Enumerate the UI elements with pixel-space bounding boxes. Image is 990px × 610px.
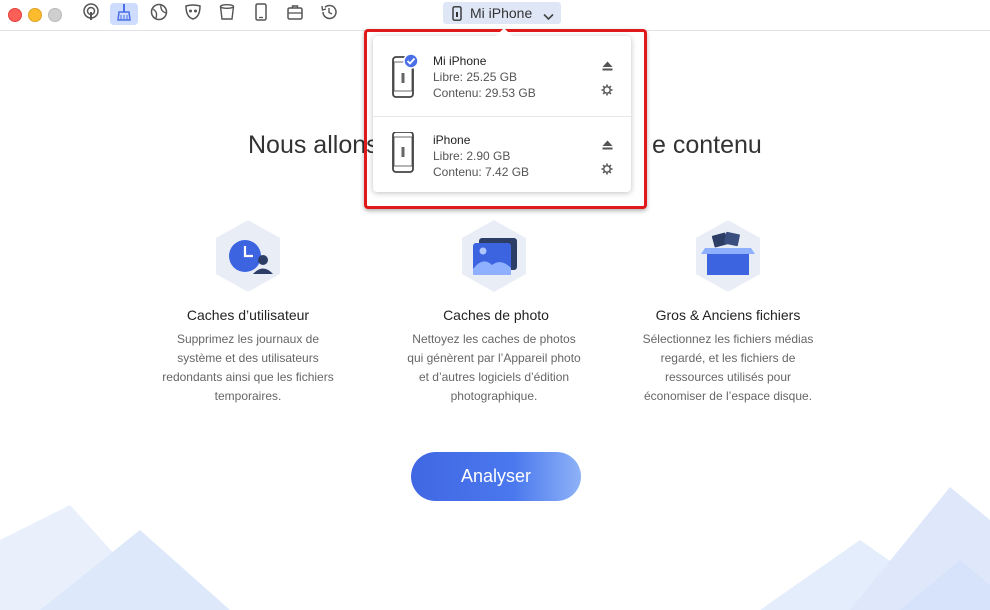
feature-title-photo-caches: Caches de photo — [443, 307, 549, 323]
analyze-button[interactable]: Analyser — [411, 452, 581, 501]
feature-desc-large-files: Sélectionnez les fichiers médias regardé,… — [642, 332, 814, 403]
device-popup: Mi iPhone Libre: 25.25 GB Contenu: 29.53… — [373, 28, 631, 193]
iphone-icon — [452, 6, 462, 26]
feature-desc-photo-caches: Nettoyez les caches de photos qui génèren… — [407, 332, 581, 403]
large-files-hex — [693, 218, 763, 294]
compass-icon — [150, 3, 168, 26]
device-name: iPhone — [433, 133, 471, 147]
gear-icon[interactable] — [601, 83, 613, 101]
zoom-window-button[interactable] — [48, 8, 62, 22]
page-title-right: e contenu — [652, 131, 762, 159]
eject-icon[interactable] — [602, 137, 613, 155]
toolbar-history-button[interactable] — [315, 3, 343, 25]
gear-icon[interactable] — [601, 162, 613, 180]
toolbar-browser-button[interactable] — [145, 3, 173, 25]
broom-icon — [115, 3, 133, 26]
device-content-size: Contenu: 7.42 GB — [433, 165, 530, 179]
device-content-size: Contenu: 29.53 GB — [433, 86, 536, 100]
device-free-space: Libre: 2.90 GB — [433, 149, 511, 163]
page-title-left: Nous allons — [248, 131, 379, 159]
briefcase-icon — [286, 3, 304, 26]
history-icon — [320, 3, 338, 26]
photo-caches-hex — [459, 218, 529, 294]
feature-desc-user-caches: Supprimez les journaux de système et des … — [162, 332, 334, 403]
feature-title-user-caches: Caches d’utilisateur — [186, 307, 310, 323]
toolbar-device-button[interactable] — [247, 2, 275, 26]
device-name: Mi iPhone — [433, 54, 487, 68]
user-caches-hex — [213, 218, 283, 294]
chevron-down-icon — [543, 8, 554, 26]
iphone-icon — [391, 131, 419, 183]
toolbar-privacy-button[interactable] — [179, 3, 207, 25]
device-icon — [252, 2, 270, 26]
minimize-window-button[interactable] — [28, 8, 42, 22]
title-bar: Mi iPhone — [0, 0, 990, 31]
bucket-icon — [218, 3, 236, 26]
device-selector[interactable]: Mi iPhone — [443, 2, 561, 24]
toolbar-toolkit-button[interactable] — [281, 3, 309, 25]
mask-icon — [184, 3, 202, 26]
feature-title-large-files: Gros & Anciens fichiers — [655, 307, 801, 323]
podcast-icon — [82, 2, 100, 26]
device-selector-label: Mi iPhone — [470, 5, 533, 21]
toolbar-storage-button[interactable] — [213, 3, 241, 25]
device-item-mi-iphone[interactable]: Mi iPhone Libre: 25.25 GB Contenu: 29.53… — [373, 38, 631, 114]
toolbar-podcast-button[interactable] — [77, 2, 105, 26]
toolbar-cleaner-button[interactable] — [110, 3, 138, 25]
popup-caret — [496, 28, 512, 36]
iphone-icon — [391, 53, 419, 104]
device-item-iphone[interactable]: iPhone Libre: 2.90 GB Contenu: 7.42 GB — [373, 116, 631, 193]
close-window-button[interactable] — [8, 8, 22, 22]
device-free-space: Libre: 25.25 GB — [433, 70, 518, 84]
eject-icon[interactable] — [602, 58, 613, 76]
